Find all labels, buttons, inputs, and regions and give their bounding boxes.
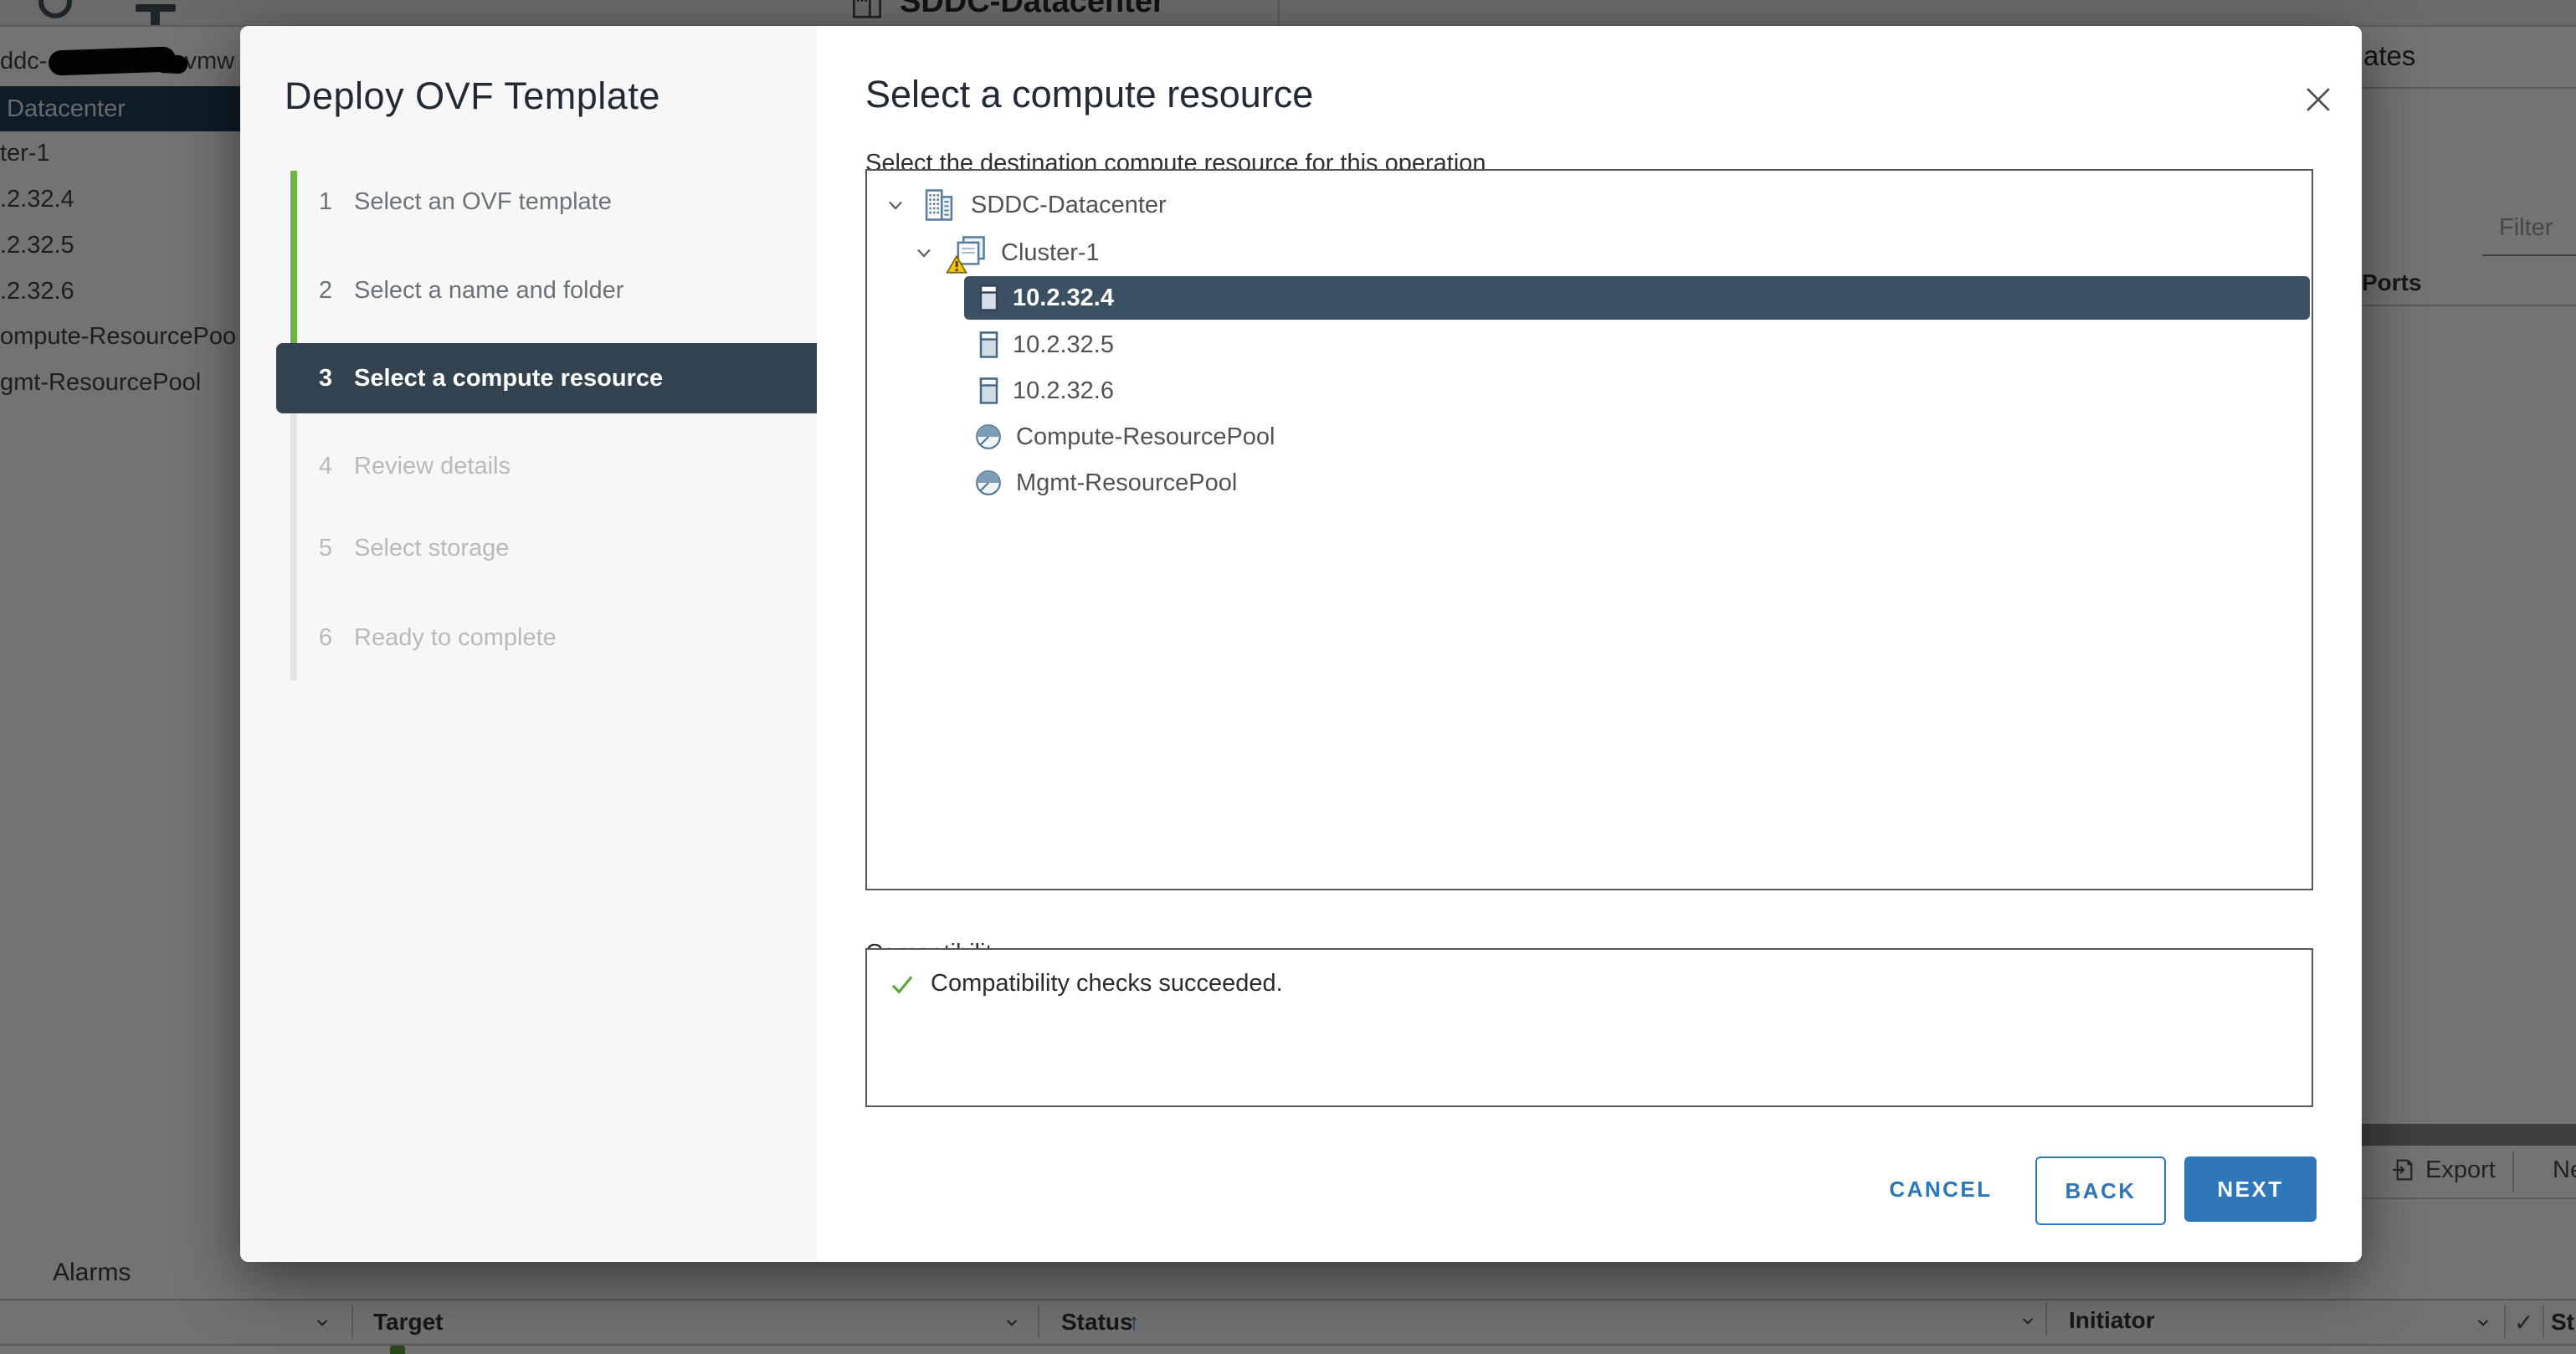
resource-pool-icon xyxy=(974,469,1003,497)
host-icon xyxy=(979,285,999,311)
compatibility-box: Compatibility checks succeeded. xyxy=(865,948,2313,1107)
close-icon[interactable] xyxy=(2300,81,2337,118)
tree-item-host[interactable]: 10.2.32.5 xyxy=(979,323,1114,367)
cancel-button[interactable]: CANCEL xyxy=(1878,1162,2004,1216)
wizard-step-3-current[interactable]: 3 Select a compute resource xyxy=(314,362,663,395)
host-icon xyxy=(979,377,999,404)
datacenter-icon xyxy=(921,187,957,223)
step-title: Select a compute resource xyxy=(865,73,1313,116)
cluster-icon xyxy=(949,234,988,271)
success-check-icon xyxy=(889,972,916,997)
wizard-step-6: 6 Ready to complete xyxy=(314,621,557,654)
tree-item-resource-pool[interactable]: Compute-ResourcePool xyxy=(974,415,1275,459)
host-icon xyxy=(979,331,999,358)
tree-item-resource-pool[interactable]: Mgmt-ResourcePool xyxy=(974,461,1237,505)
compatibility-message: Compatibility checks succeeded. xyxy=(889,970,1283,998)
resource-pool-icon xyxy=(974,423,1003,451)
tree-item-host[interactable]: 10.2.32.6 xyxy=(979,369,1114,413)
wizard-steps-panel: Deploy OVF Template 1 Select an OVF temp… xyxy=(240,26,817,1262)
compute-resource-tree: SDDC-Datacenter C xyxy=(865,169,2313,890)
tree-item-cluster[interactable]: Cluster-1 xyxy=(912,231,1100,274)
wizard-step-2[interactable]: 2 Select a name and folder xyxy=(314,274,623,307)
tree-item-host-selected[interactable]: 10.2.32.4 xyxy=(964,276,2310,320)
back-button[interactable]: BACK xyxy=(2035,1157,2166,1225)
wizard-step-4: 4 Review details xyxy=(314,449,511,483)
chevron-expanded-icon[interactable] xyxy=(884,193,907,217)
wizard-step-1[interactable]: 1 Select an OVF template xyxy=(314,185,612,218)
deploy-ovf-dialog: Deploy OVF Template 1 Select an OVF temp… xyxy=(240,26,2362,1262)
warning-icon xyxy=(946,254,967,274)
progress-bar-complete xyxy=(290,171,297,343)
chevron-expanded-icon[interactable] xyxy=(912,241,936,264)
tree-item-datacenter[interactable]: SDDC-Datacenter xyxy=(884,183,1167,227)
wizard-step-5: 5 Select storage xyxy=(314,531,509,565)
next-button[interactable]: NEXT xyxy=(2184,1157,2317,1222)
progress-bar-remaining xyxy=(290,414,297,680)
wizard-content-panel: Select a compute resource Select the des… xyxy=(817,26,2362,1262)
dialog-title: Deploy OVF Template xyxy=(285,74,660,118)
